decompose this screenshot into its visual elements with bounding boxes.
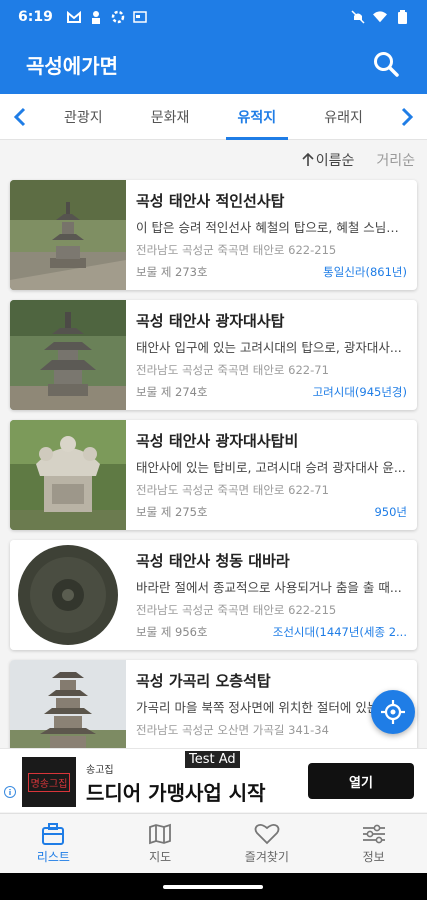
item-description: 태안사에 있는 탑비로, 고려시대 승려 광자대사 윤...	[136, 460, 406, 475]
search-button[interactable]	[371, 49, 401, 79]
nav-list[interactable]: 리스트	[0, 814, 107, 873]
category-tabbar: 관광지 문화재 유적지 유래지	[0, 94, 427, 140]
nav-list-label: 리스트	[36, 849, 70, 864]
settings-icon	[362, 824, 385, 843]
item-address: 전라남도 곡성군 죽곡면 태안로 622-71	[136, 363, 329, 377]
gear-status-icon	[111, 10, 125, 24]
item-description: 바라란 절에서 종교적으로 사용되거나 춤을 출 때...	[136, 580, 402, 595]
arrow-up-icon	[302, 153, 314, 166]
bottom-nav: 리스트 지도 즐겨찾기 정보	[0, 813, 427, 873]
item-title: 곡성 태안사 광자대사탑비	[136, 432, 299, 450]
item-era: 고려시대(945년경)	[312, 385, 407, 399]
list-item[interactable]: 곡성 태안사 청동 대바라 바라란 절에서 종교적으로 사용되거나 춤을 출 때…	[10, 540, 417, 650]
nav-favorites[interactable]: 즐겨찾기	[214, 814, 321, 873]
item-title: 곡성 가곡리 오층석탑	[136, 672, 271, 690]
chevron-left-icon	[13, 107, 26, 126]
nav-info-label: 정보	[362, 849, 385, 864]
item-designation: 보물 제 275호	[136, 505, 208, 519]
item-description: 가곡리 마을 북쪽 정사면에 위치한 절터에 있는...	[136, 700, 391, 715]
nav-favorites-label: 즐겨찾기	[244, 849, 289, 864]
item-photo	[10, 180, 126, 290]
heart-icon	[254, 823, 280, 844]
sort-by-name[interactable]: 이름순	[302, 150, 355, 170]
item-era: 통일신라(861년)	[323, 265, 407, 279]
status-bar: 6:19	[0, 0, 427, 34]
ad-logo-text: 명송그집	[27, 772, 71, 792]
tab-tourist-spot[interactable]: 관광지	[40, 94, 127, 140]
item-address: 전라남도 곡성군 죽곡면 태안로 622-71	[136, 483, 329, 497]
tab-cultural-asset[interactable]: 문화재	[127, 94, 214, 140]
item-designation: 보물 제 956호	[136, 625, 208, 639]
sort-by-distance-label: 거리순	[376, 153, 415, 169]
card-icon	[133, 10, 147, 24]
item-address: 전라남도 곡성군 죽곡면 태안로 622-215	[136, 243, 337, 257]
list-item[interactable]: 곡성 태안사 광자대사탑 태안사 입구에 있는 고려시대의 탑으로, 광자대사.…	[10, 300, 417, 410]
status-time: 6:19	[18, 9, 53, 25]
item-title: 곡성 태안사 광자대사탑	[136, 312, 285, 330]
nav-map[interactable]: 지도	[107, 814, 214, 873]
chevron-right-icon	[401, 107, 414, 126]
item-title: 곡성 태안사 청동 대바라	[136, 552, 290, 570]
wifi-icon	[373, 10, 387, 24]
item-photo	[10, 420, 126, 530]
item-designation: 보물 제 273호	[136, 265, 208, 279]
sort-by-distance[interactable]: 거리순	[376, 150, 415, 170]
ad-banner[interactable]: Test Ad 명송그집 송고집 드디어 가맹사업 시작 열기	[0, 748, 427, 812]
item-era: 조선시대(1447년(세종 2...	[272, 625, 407, 639]
item-address: 전라남도 곡성군 오산면 가곡길 341-34	[136, 723, 329, 737]
item-era: 950년	[374, 505, 407, 519]
ad-open-button[interactable]: 열기	[308, 763, 414, 799]
gmail-icon	[66, 10, 81, 24]
list-item[interactable]: 곡성 태안사 광자대사탑비 태안사에 있는 탑비로, 고려시대 승려 광자대사 …	[10, 420, 417, 530]
system-nav-bar	[0, 873, 427, 900]
item-description: 태안사 입구에 있는 고려시대의 탑으로, 광자대사...	[136, 340, 402, 355]
tab-list: 관광지 문화재 유적지 유래지	[40, 94, 387, 140]
nav-map-label: 지도	[149, 849, 172, 864]
tab-prev-button[interactable]	[0, 94, 40, 140]
item-title: 곡성 태안사 적인선사탑	[136, 192, 285, 210]
ad-info-icon[interactable]	[4, 783, 16, 798]
item-photo	[10, 540, 126, 650]
list-item[interactable]: 곡성 태안사 적인선사탑 이 탑은 승려 적인선사 혜철의 탑으로, 혜철 스님…	[10, 180, 417, 290]
search-icon	[374, 52, 399, 77]
sort-bar: 이름순 거리순	[0, 140, 427, 180]
ad-headline: 드디어 가맹사업 시작	[86, 781, 266, 805]
item-photo	[10, 300, 126, 410]
item-description: 이 탑은 승려 적인선사 혜철의 탑으로, 혜철 스님의...	[136, 220, 407, 235]
map-icon	[149, 823, 172, 844]
sort-by-name-label: 이름순	[315, 153, 355, 169]
my-location-button[interactable]	[371, 690, 415, 734]
home-gesture-pill[interactable]	[163, 885, 263, 889]
mute-icon	[351, 10, 365, 24]
tab-historic-site[interactable]: 유적지	[214, 94, 301, 140]
ad-advertiser: 송고집	[86, 765, 114, 776]
ad-badge: Test Ad	[185, 751, 240, 768]
crosshair-icon	[381, 700, 405, 724]
item-address: 전라남도 곡성군 죽곡면 태안로 622-215	[136, 603, 337, 617]
app-bar: 곡성에가면	[0, 34, 427, 94]
ad-logo: 명송그집	[22, 757, 76, 807]
battery-icon	[395, 10, 409, 24]
tab-origin-site[interactable]: 유래지	[300, 94, 387, 140]
list-icon	[42, 822, 65, 845]
tab-next-button[interactable]	[387, 94, 427, 140]
item-designation: 보물 제 274호	[136, 385, 208, 399]
app-title: 곡성에가면	[26, 53, 118, 78]
nav-info[interactable]: 정보	[320, 814, 427, 873]
user-icon	[89, 10, 103, 24]
